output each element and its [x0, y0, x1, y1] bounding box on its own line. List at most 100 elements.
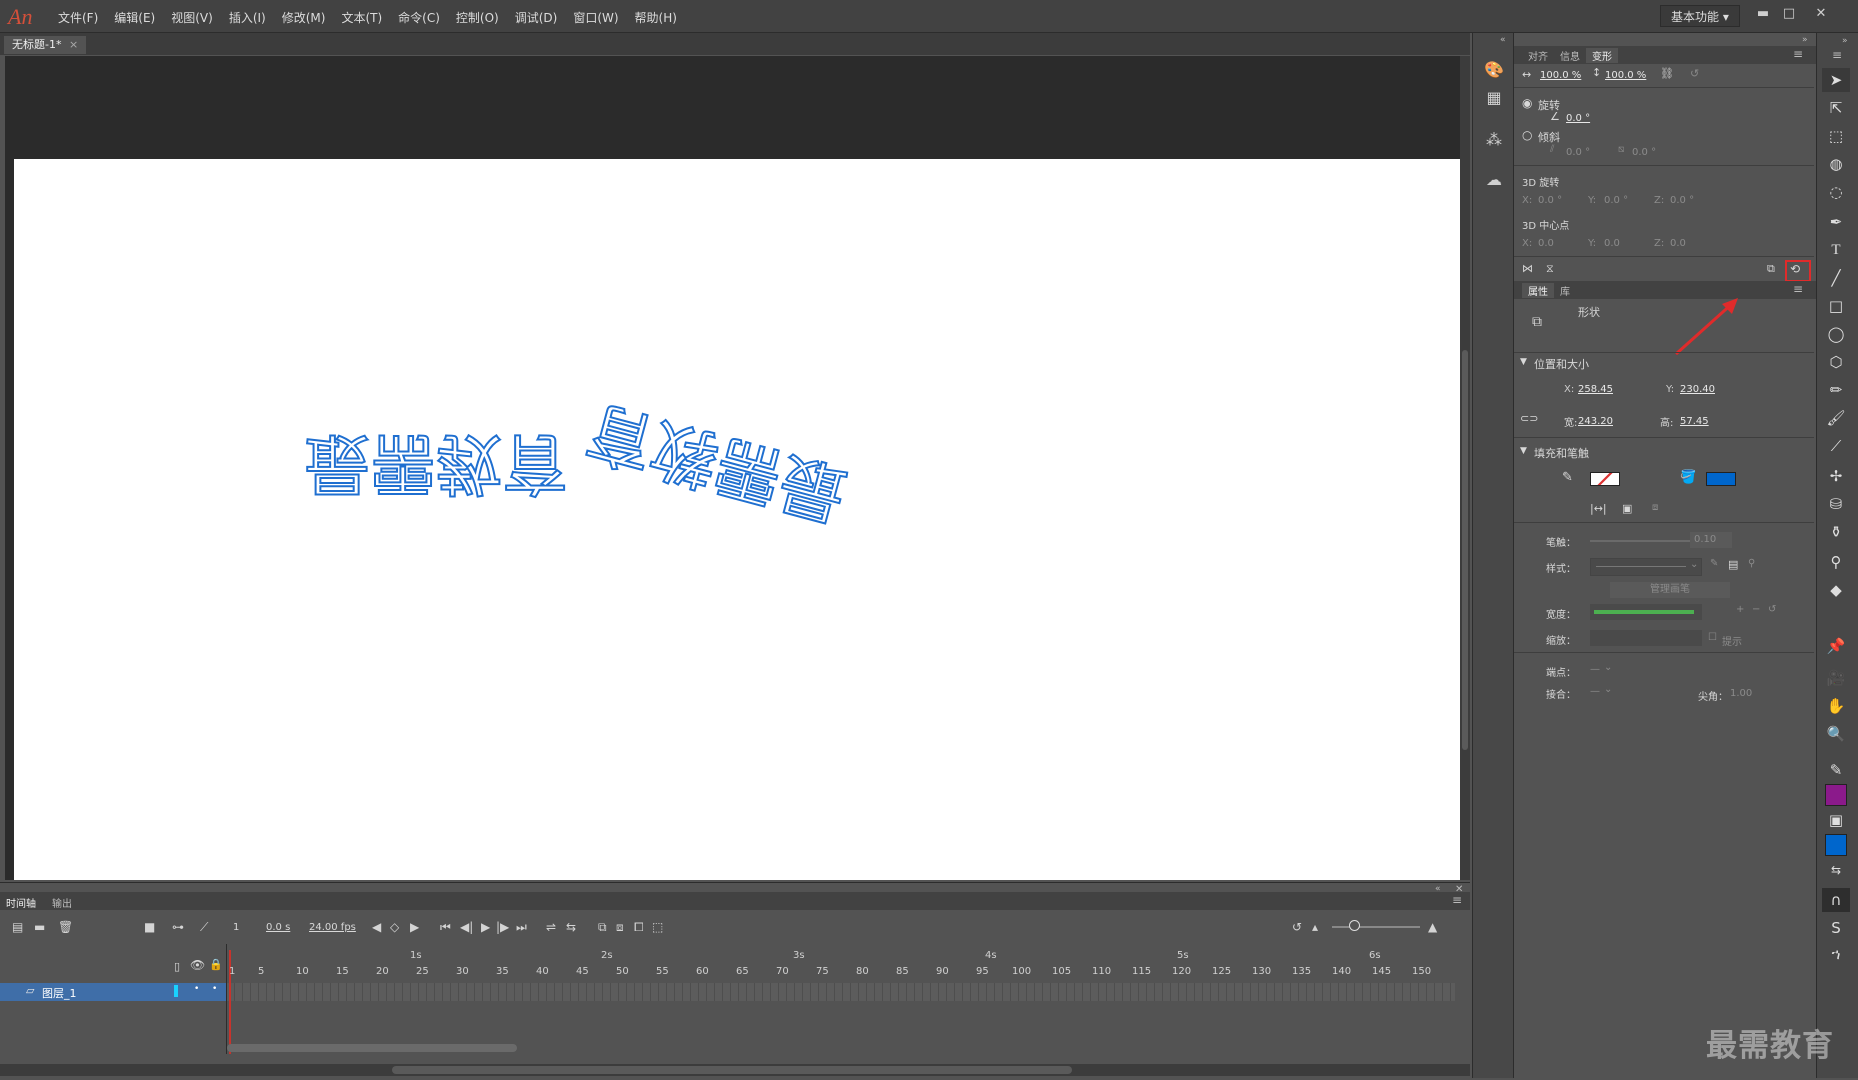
document-tab[interactable]: 无标题-1* × — [4, 36, 87, 54]
delete-layer-icon[interactable]: 🗑 — [58, 920, 73, 934]
menu-commands[interactable]: 命令(C) — [390, 9, 448, 26]
tab-info[interactable]: 信息 — [1554, 48, 1586, 63]
constrain-link-icon[interactable]: ⛓ — [1660, 67, 1674, 80]
text-right-half[interactable]: 最需教育 — [578, 390, 855, 535]
menu-control[interactable]: 控制(O) — [448, 9, 507, 26]
bone-tool-icon[interactable]: ✢ — [1822, 464, 1850, 488]
remove-width-icon[interactable]: − — [1752, 604, 1760, 615]
layer-name[interactable]: 图层_1 — [42, 985, 77, 1001]
next-keyframe-icon[interactable]: ▶ — [410, 920, 419, 934]
color-palette-icon[interactable]: 🎨 — [1482, 58, 1506, 82]
eraser-tool-icon[interactable]: ◆ — [1822, 578, 1850, 602]
horizontal-scroll-thumb[interactable] — [392, 1066, 1072, 1074]
rotate-radio[interactable]: ◉ — [1522, 96, 1532, 110]
onion-skin-icon[interactable]: ⧉ — [598, 920, 607, 935]
insert-keyframe-icon[interactable]: ◇ — [390, 920, 399, 934]
style-dropdown[interactable] — [1590, 558, 1702, 576]
pencil-tool-icon[interactable]: ✏ — [1822, 378, 1850, 402]
highlight-layers-icon[interactable]: ▯ — [174, 960, 180, 973]
camera-icon[interactable]: ■ — [144, 920, 155, 934]
free-transform-tool-icon[interactable]: ⬚ — [1822, 124, 1850, 148]
close-window-button[interactable]: ✕ — [1810, 4, 1832, 24]
line-tool-icon[interactable]: ╱ — [1822, 266, 1850, 290]
go-to-last-icon[interactable]: ⏭ — [516, 920, 527, 935]
step-back-icon[interactable]: ◀| — [460, 920, 473, 934]
fill-color-swatch[interactable] — [1706, 472, 1736, 486]
pen-tool-icon[interactable]: ✒ — [1822, 210, 1850, 234]
tab-transform[interactable]: 变形 — [1586, 47, 1618, 63]
fill-color-swatch[interactable] — [1825, 834, 1847, 856]
snap-to-objects-icon[interactable]: ∩ — [1822, 888, 1850, 912]
paint-brush-tool-icon[interactable]: 🖌 — [1822, 406, 1850, 430]
hand-tool-icon[interactable]: ✋ — [1822, 694, 1850, 718]
current-frame[interactable]: 1 — [233, 922, 239, 933]
zoom-slider-thumb[interactable] — [1349, 920, 1360, 931]
minimize-button[interactable]: ▬ — [1752, 4, 1774, 24]
subselection-tool-icon[interactable]: ⇱ — [1822, 96, 1850, 120]
frame-rate[interactable]: 24.00 fps — [309, 922, 356, 933]
creative-cloud-icon[interactable]: ☁ — [1482, 168, 1506, 192]
remove-transform-icon[interactable]: ⟲ — [1790, 262, 1800, 276]
text-tool-icon[interactable]: T — [1822, 238, 1850, 262]
menu-modify[interactable]: 修改(M) — [274, 9, 334, 26]
manage-brush-button[interactable]: 管理画笔 — [1610, 582, 1730, 598]
menu-debug[interactable]: 调试(D) — [507, 9, 566, 26]
layer-parenting-icon[interactable]: ⊶ — [172, 920, 184, 934]
zoom-out-icon[interactable]: ▴ — [1312, 920, 1318, 934]
menu-window[interactable]: 窗口(W) — [565, 9, 626, 26]
reset-width-icon[interactable]: ↺ — [1768, 604, 1776, 615]
brush-tool-icon[interactable]: ⟋ — [1822, 434, 1850, 458]
rectangle-tool-icon[interactable]: □ — [1822, 294, 1850, 318]
scale-width-value[interactable]: 100.0 % — [1540, 70, 1581, 81]
polystar-tool-icon[interactable]: ⬡ — [1822, 350, 1850, 374]
zoom-slider[interactable] — [1332, 926, 1420, 928]
panel-menu-icon[interactable]: ≡ — [1793, 47, 1803, 61]
menu-text[interactable]: 文本(T) — [333, 9, 390, 26]
undo-zoom-icon[interactable]: ↺ — [1292, 920, 1302, 934]
panel-menu-icon[interactable]: ≡ — [1793, 282, 1803, 296]
show-hide-all-icon[interactable]: 👁 — [190, 958, 205, 972]
oval-tool-icon[interactable]: ◯ — [1822, 322, 1850, 346]
collapse-triangle-icon[interactable]: ▼ — [1520, 357, 1527, 367]
current-time[interactable]: 0.0 s — [266, 922, 290, 933]
center-frame-icon[interactable]: ⇆ — [566, 920, 576, 934]
camera-tool-icon[interactable]: 🎥 — [1822, 666, 1850, 690]
text-left-half[interactable]: 最需教育 — [303, 424, 569, 503]
add-width-icon[interactable]: + — [1736, 604, 1744, 615]
duplicate-transform-icon[interactable]: ⧉ — [1767, 262, 1775, 276]
scale-height-value[interactable]: 100.0 % — [1605, 70, 1646, 81]
hint-checkbox[interactable]: ☐ — [1708, 632, 1717, 643]
collapse-triangle-icon[interactable]: ▼ — [1520, 446, 1527, 456]
black-white-icon[interactable]: ▣ — [1622, 502, 1632, 515]
no-color-icon[interactable]: ⧈ — [1652, 502, 1658, 513]
transformed-text-shape[interactable]: 最需教育 最需教育 — [303, 390, 855, 535]
3d-rotation-tool-icon[interactable]: ◍ — [1822, 152, 1850, 176]
step-forward-icon[interactable]: |▶ — [496, 920, 509, 934]
panel-menu-icon[interactable]: ≡ — [1452, 893, 1462, 907]
swatches-icon[interactable]: ▦ — [1482, 86, 1506, 110]
menu-file[interactable]: 文件(F) — [50, 9, 106, 26]
skew-radio[interactable]: ○ — [1522, 128, 1532, 142]
layer-visible-dot[interactable]: • — [194, 984, 199, 994]
lasso-tool-icon[interactable]: ◌ — [1822, 180, 1850, 204]
menu-help[interactable]: 帮助(H) — [627, 9, 685, 26]
modify-markers-icon[interactable]: ⬚ — [652, 920, 663, 934]
collapse-icon[interactable]: « — [1500, 35, 1506, 45]
rotate-value[interactable]: 0.0 ° — [1566, 113, 1590, 124]
reset-scale-icon[interactable]: ↺ — [1690, 67, 1699, 80]
menu-edit[interactable]: 编辑(E) — [106, 9, 163, 26]
height-value[interactable]: 57.45 — [1680, 416, 1709, 427]
layer-lock-dot[interactable]: • — [212, 984, 217, 994]
stage-canvas[interactable]: 最需教育 最需教育 — [14, 159, 1460, 880]
selection-tool-icon[interactable]: ➤ — [1822, 68, 1850, 92]
new-folder-icon[interactable]: ▬ — [34, 920, 45, 934]
stroke-slider[interactable] — [1590, 540, 1690, 542]
workspace-switcher[interactable]: 基本功能 ▾ — [1660, 5, 1740, 27]
width-value[interactable]: 243.20 — [1578, 416, 1613, 427]
stroke-value[interactable]: 0.10 — [1690, 532, 1732, 548]
onion-outlines-icon[interactable]: ⧈ — [616, 920, 624, 935]
menu-insert[interactable]: 插入(I) — [221, 9, 274, 26]
tab-properties[interactable]: 属性 — [1522, 282, 1554, 298]
flip-horizontal-icon[interactable]: ⋈ — [1522, 262, 1533, 275]
lock-all-icon[interactable]: 🔒 — [209, 958, 223, 971]
